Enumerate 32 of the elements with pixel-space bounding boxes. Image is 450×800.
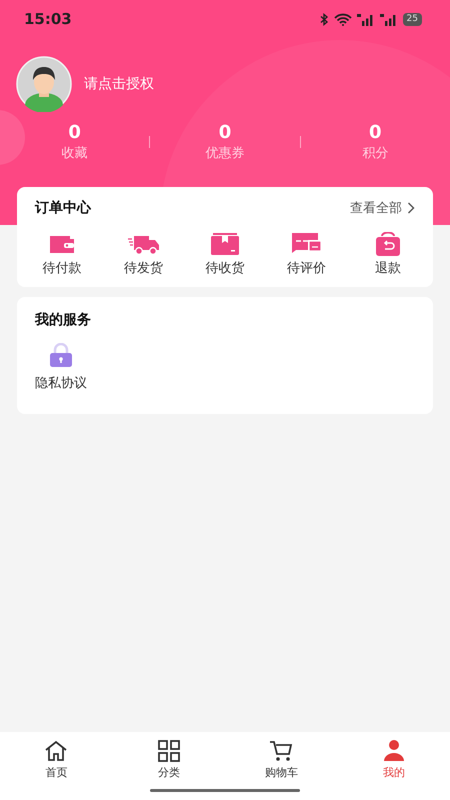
order-status-button[interactable]: 待评价 bbox=[280, 232, 334, 277]
order-status-button[interactable]: 待发货 bbox=[116, 232, 170, 277]
tab[interactable]: 首页 bbox=[0, 740, 112, 780]
avatar bbox=[16, 56, 72, 112]
tab[interactable]: 我的 bbox=[338, 740, 450, 780]
section-title: 我的服务 bbox=[35, 311, 92, 329]
tab[interactable]: 分类 bbox=[112, 740, 225, 780]
tab[interactable]: 购物车 bbox=[225, 740, 338, 780]
lock-icon bbox=[49, 343, 73, 367]
box-icon bbox=[211, 232, 239, 256]
review-card-icon bbox=[292, 232, 322, 256]
order-status-button[interactable]: 待付款 bbox=[35, 232, 89, 277]
stat-value: 0 bbox=[68, 122, 81, 143]
view-all-link[interactable]: 查看全部 bbox=[350, 199, 415, 217]
wifi-icon bbox=[334, 12, 352, 26]
grid-icon bbox=[158, 740, 180, 762]
service-button[interactable]: 隐私协议 bbox=[35, 343, 87, 392]
chevron-right-icon bbox=[407, 202, 415, 214]
stat-value: 0 bbox=[218, 122, 232, 143]
section-title: 订单中心 bbox=[35, 199, 91, 217]
refund-bag-icon bbox=[375, 232, 401, 256]
stat-value: 0 bbox=[369, 122, 382, 143]
person-icon bbox=[382, 740, 405, 762]
cart-icon bbox=[269, 740, 294, 762]
signal-icon bbox=[380, 12, 398, 26]
signal-icon bbox=[356, 12, 375, 26]
home-icon bbox=[44, 740, 68, 762]
battery-indicator: 25 bbox=[402, 12, 422, 26]
bluetooth-icon bbox=[320, 12, 329, 26]
order-status-button[interactable]: 退款 bbox=[361, 232, 415, 277]
order-status-button[interactable]: 待收货 bbox=[198, 232, 252, 277]
clock: 15:03 bbox=[24, 10, 72, 28]
